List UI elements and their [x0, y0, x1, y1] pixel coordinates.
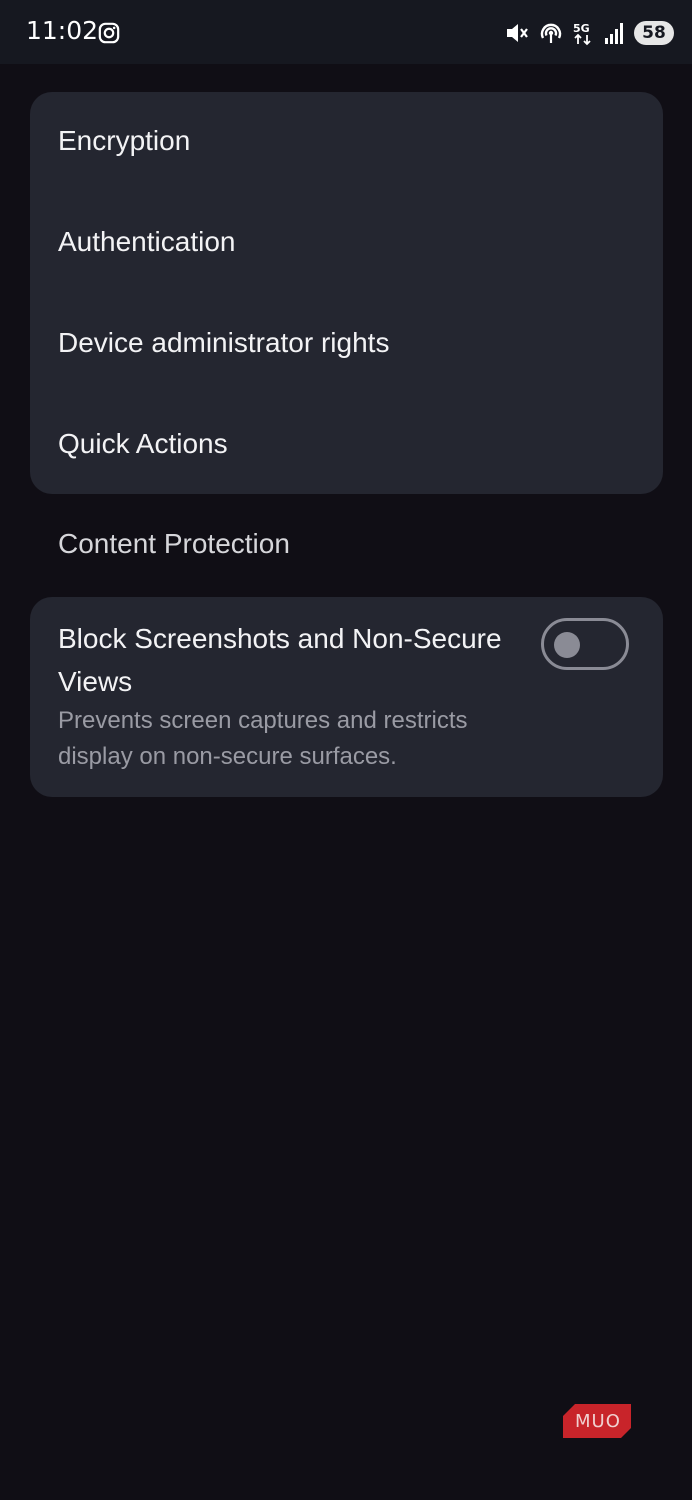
block-screenshots-toggle[interactable]: [541, 618, 629, 670]
toggle-knob: [554, 632, 580, 658]
block-screenshots-setting[interactable]: Block Screenshots and Non-Secure Views P…: [30, 597, 663, 797]
security-menu-card: Encryption Authentication Device adminis…: [30, 92, 663, 494]
mute-icon: [507, 24, 528, 42]
signal-icon: [605, 23, 623, 44]
instagram-icon: [98, 22, 120, 44]
network-label: 5G: [573, 22, 590, 35]
menu-item-quick-actions[interactable]: Quick Actions: [58, 427, 228, 461]
menu-item-device-admin-rights[interactable]: Device administrator rights: [58, 326, 389, 360]
setting-title: Block Screenshots and Non-Secure Views: [58, 623, 502, 697]
hotspot-icon: [540, 23, 562, 43]
status-time: 11:02: [26, 16, 99, 45]
battery-indicator: 58: [634, 21, 674, 45]
status-bar: 11:02 5G 58: [0, 0, 692, 64]
section-header-content-protection: Content Protection: [58, 528, 290, 559]
watermark-text: MUO: [575, 1411, 621, 1432]
5g-icon: 5G: [573, 22, 591, 46]
menu-item-encryption[interactable]: Encryption: [58, 124, 190, 158]
status-icons: 5G 58: [504, 18, 674, 48]
setting-description: Prevents screen captures and restricts d…: [58, 707, 468, 770]
menu-item-authentication[interactable]: Authentication: [58, 225, 235, 259]
